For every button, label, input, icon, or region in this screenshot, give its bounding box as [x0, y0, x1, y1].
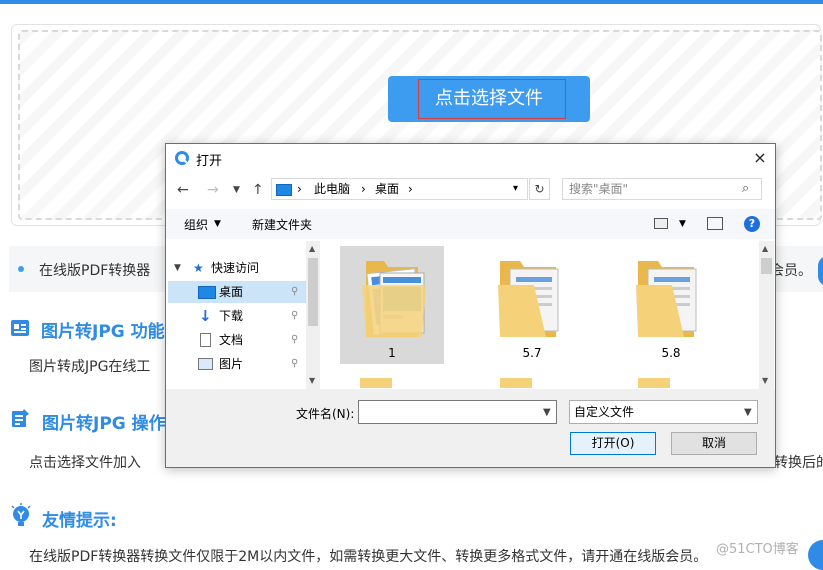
filetype-dropdown-icon[interactable]: ▼: [744, 407, 752, 418]
folder-icon: [636, 261, 697, 337]
desktop-icon: [198, 286, 216, 299]
download-icon: ↓: [199, 307, 212, 325]
file-label-5-7[interactable]: 5.7: [480, 346, 584, 360]
watermark: @51CTO博客: [716, 542, 799, 557]
forward-arrow-icon[interactable]: →: [207, 182, 219, 198]
tree-item-desktop[interactable]: 桌面: [219, 281, 279, 303]
breadcrumb-desktop[interactable]: 桌面: [375, 178, 399, 200]
breadcrumb-separator-icon: ›: [361, 182, 366, 196]
expand-chevron-icon[interactable]: ▼: [174, 263, 181, 273]
scroll-down-icon[interactable]: ▼: [762, 376, 768, 385]
section-title-feature: 图片转JPG 功能: [41, 322, 165, 342]
file-label-1[interactable]: 1: [340, 346, 444, 360]
refresh-icon[interactable]: ↻: [529, 178, 550, 200]
address-dropdown-icon[interactable]: ▾: [513, 178, 518, 200]
new-folder-button[interactable]: 新建文件夹: [252, 216, 312, 233]
filetype-select[interactable]: 自定义文件: [569, 400, 758, 424]
view-chevron-down-icon[interactable]: ▼: [679, 219, 686, 229]
choose-file-button[interactable]: 点击选择文件: [388, 76, 590, 122]
info-text-tail: 会员。: [770, 263, 812, 279]
search-icon[interactable]: ⌕: [742, 181, 749, 196]
folder-partial-icon: [500, 378, 532, 388]
filename-dropdown-icon[interactable]: ▼: [543, 407, 551, 418]
tree-item-quick-access[interactable]: 快速访问: [211, 257, 301, 279]
back-arrow-icon[interactable]: ←: [177, 182, 189, 198]
tree-item-pictures[interactable]: 图片: [219, 353, 279, 375]
breadcrumb-this-pc[interactable]: 此电脑: [314, 178, 350, 200]
address-bar[interactable]: [271, 178, 528, 200]
section-text-operation: 点击选择文件加入: [29, 455, 141, 471]
bullet-icon: [18, 266, 24, 272]
open-button[interactable]: 打开(O): [570, 432, 656, 455]
top-accent-bar: [0, 0, 823, 4]
corner-float-button[interactable]: [808, 540, 823, 570]
dialog-app-icon: [175, 151, 189, 165]
tree-item-documents[interactable]: 文档: [219, 329, 279, 351]
view-icon[interactable]: [654, 218, 668, 229]
organize-chevron-down-icon[interactable]: ▼: [214, 219, 221, 229]
picture-icon: [198, 358, 213, 370]
cancel-button[interactable]: 取消: [671, 432, 757, 455]
pin-icon: ⚲: [291, 358, 299, 369]
help-icon[interactable]: ?: [744, 216, 760, 232]
close-icon[interactable]: ×: [751, 149, 769, 167]
folder-partial-icon: [638, 378, 670, 388]
info-text: 在线版PDF转换器: [39, 263, 151, 279]
search-input[interactable]: 搜索"桌面": [562, 178, 762, 200]
breadcrumb-separator-icon: ›: [297, 182, 302, 196]
section-text-tip: 在线版PDF转换器转换文件仅限于2M以内文件，如需转换更大文件、转换更多格式文件…: [29, 549, 708, 565]
scroll-down-icon[interactable]: ▼: [309, 376, 315, 385]
tree-item-downloads[interactable]: 下载: [219, 305, 279, 327]
section-title-operation: 图片转JPG 操作: [42, 414, 166, 434]
file-label-5-8[interactable]: 5.8: [619, 346, 723, 360]
folder-partial-icon: [360, 378, 392, 388]
tip-bulb-icon: [11, 503, 31, 526]
section-title-tip: 友情提示:: [42, 511, 117, 531]
files-scrollbar-thumb[interactable]: [761, 258, 772, 274]
operation-icon: [12, 409, 29, 427]
scroll-up-icon[interactable]: ▲: [309, 244, 315, 253]
up-arrow-icon[interactable]: ↑: [252, 182, 264, 198]
section-text-operation-tail: 转换后的: [774, 455, 823, 471]
document-icon: [200, 333, 211, 347]
section-text-feature: 图片转成JPG在线工: [29, 359, 151, 375]
breadcrumb-separator-icon: ›: [408, 182, 413, 196]
preview-pane-icon[interactable]: [707, 217, 723, 230]
pin-icon: ⚲: [291, 286, 299, 297]
recent-chevron-down-icon[interactable]: ▼: [233, 182, 240, 198]
pin-icon: ⚲: [291, 310, 299, 321]
feature-icon: [11, 320, 29, 336]
side-float-button[interactable]: [818, 256, 823, 286]
filename-input[interactable]: [358, 400, 557, 424]
pin-icon: ⚲: [291, 334, 299, 345]
dialog-title: 打开: [196, 154, 223, 169]
folder-with-images-icon: [362, 261, 426, 337]
filename-label: 文件名(N):: [296, 407, 355, 421]
scroll-up-icon[interactable]: ▲: [762, 244, 768, 253]
tree-scrollbar-thumb[interactable]: [308, 258, 318, 326]
pc-icon: [276, 184, 292, 196]
folder-icon: [498, 261, 559, 337]
organize-button[interactable]: 组织: [184, 216, 208, 233]
star-icon: ★: [193, 261, 204, 275]
